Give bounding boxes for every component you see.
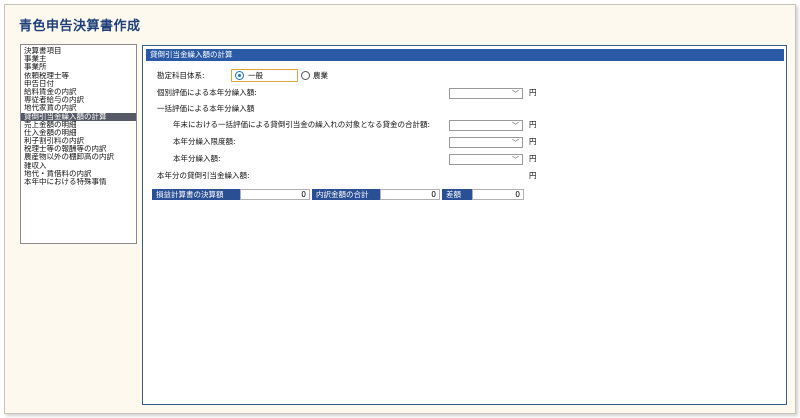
app-window: 青色申告決算書作成 決算書項目 事業主 事業所 依頼税理士等 申告日付 給料賃金の内訳 専従… <box>4 4 796 414</box>
sidebar-item[interactable]: 仕入金額の明細 <box>21 129 136 137</box>
nenmatsu-dropdown[interactable]: ﹀ <box>449 120 523 131</box>
kessan-label: 損益計算書の決算額 <box>152 189 240 200</box>
uchiwake-value: 0 <box>380 189 440 200</box>
kuriire-dropdown[interactable]: ﹀ <box>449 154 523 165</box>
total-label: 本年分の貸倒引当金繰入額: <box>157 171 250 180</box>
unit-yen: 円 <box>529 120 537 129</box>
kuriire-label: 本年分繰入額: <box>173 154 221 163</box>
ikkatsu-label: 一括評価による本年分繰入額 <box>157 104 255 113</box>
kobetsu-label: 個別評価による本年分繰入額: <box>157 88 257 97</box>
sidebar-item[interactable]: 売上金額の明細 <box>21 121 136 129</box>
unit-yen: 円 <box>529 88 537 97</box>
sidebar-item[interactable]: 依頼税理士等 <box>21 72 136 80</box>
unit-yen: 円 <box>529 171 537 180</box>
radio-nogyo-label: 農業 <box>313 71 328 80</box>
sidebar-item[interactable]: 事業所 <box>21 63 136 71</box>
sidebar-item[interactable]: 利子割引料の内訳 <box>21 137 136 145</box>
account-system-label: 勘定科目体系: <box>157 71 205 80</box>
chevron-down-icon: ﹀ <box>512 90 519 98</box>
gendo-label: 本年分繰入限度額: <box>173 137 236 146</box>
radio-ippan[interactable] <box>235 71 244 80</box>
sidebar-item[interactable]: 決算書項目 <box>21 47 136 55</box>
sidebar-item[interactable]: 専従者給与の内訳 <box>21 96 136 104</box>
radio-nogyo[interactable] <box>301 71 310 80</box>
chevron-down-icon: ﹀ <box>512 122 519 130</box>
kessan-value: 0 <box>240 189 310 200</box>
chevron-down-icon: ﹀ <box>512 156 519 164</box>
sagaku-value: 0 <box>472 189 524 200</box>
sidebar-item[interactable]: 税理士等の報酬等の内訳 <box>21 145 136 153</box>
sidebar-item[interactable]: 事業主 <box>21 55 136 63</box>
sidebar-item[interactable]: 貸倒引当金繰入額の計算 <box>21 112 136 121</box>
sidebar-item[interactable]: 地代・賃借料の内訳 <box>21 170 136 178</box>
main-panel: 貸倒引当金繰入額の計算 勘定科目体系: 一般 農業 個別評価による本年分繰入額:… <box>142 45 787 405</box>
sidebar-item[interactable]: 本年中における特殊事情 <box>21 178 136 186</box>
radio-ippan-label: 一般 <box>248 71 263 80</box>
sidebar-item[interactable]: 給料賃金の内訳 <box>21 88 136 96</box>
kobetsu-dropdown[interactable]: ﹀ <box>449 88 523 99</box>
nenmatsu-label: 年末における一括評価による貸倒引当金の繰入れの対象となる貸金の合計額: <box>173 120 431 129</box>
section-title: 貸倒引当金繰入額の計算 <box>146 49 784 61</box>
sidebar-item[interactable]: 農産物以外の棚卸高の内訳 <box>21 153 136 161</box>
unit-yen: 円 <box>529 137 537 146</box>
unit-yen: 円 <box>529 154 537 163</box>
sidebar-item[interactable]: 申告日付 <box>21 80 136 88</box>
sidebar-item[interactable]: 雑収入 <box>21 162 136 170</box>
sidebar-item[interactable]: 地代家賃の内訳 <box>21 104 136 112</box>
gendo-dropdown[interactable]: ﹀ <box>449 137 523 148</box>
chevron-down-icon: ﹀ <box>512 139 519 147</box>
radio-ippan-focus[interactable]: 一般 <box>231 69 298 82</box>
sagaku-label: 差額 <box>442 189 472 200</box>
sidebar-list[interactable]: 決算書項目 事業主 事業所 依頼税理士等 申告日付 給料賃金の内訳 専従者給与の内訳 地代家賃… <box>20 44 137 244</box>
uchiwake-label: 内訳金額の合計 <box>312 189 380 200</box>
page-title: 青色申告決算書作成 <box>19 19 141 34</box>
